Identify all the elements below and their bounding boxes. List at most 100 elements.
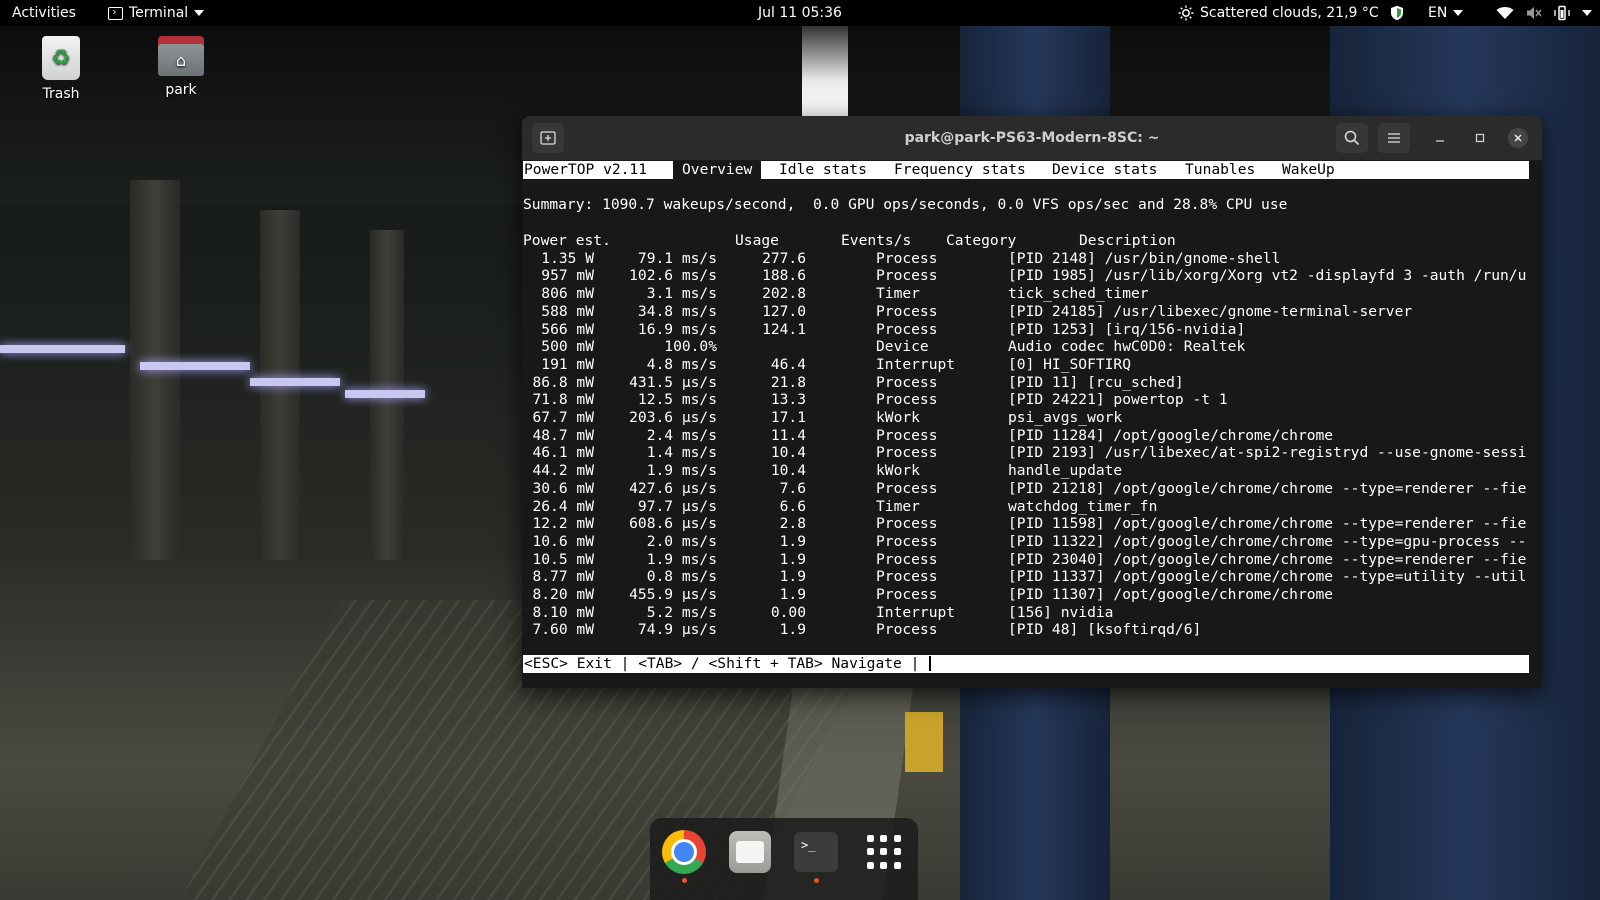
table-row: 46.1 mW 1.4 ms/s 10.4 Process [PID 2193] /us… (523, 444, 1529, 462)
cell-usage: 431.5 µs/s (629, 373, 717, 391)
cell-category: Process (876, 532, 938, 550)
cell-category: Process (876, 515, 938, 533)
cell-power: 10.5 mW (532, 550, 594, 568)
cell-events: 0.00 (770, 603, 806, 621)
cell-description: [156] nvidia (1008, 603, 1114, 621)
app-menu-button[interactable]: Terminal (108, 0, 205, 26)
table-row: 806 mW 3.1 ms/s 202.8 Timer tick_sched_timer (523, 285, 1529, 303)
cell-description: handle_update (1008, 462, 1123, 480)
keyboard-layout-indicator[interactable]: EN (1428, 0, 1464, 26)
table-row: 10.5 mW 1.9 ms/s 1.9 Process [PID 23040] /op… (523, 551, 1529, 569)
table-row: 8.10 mW 5.2 ms/s 0.00 Interrupt [156] nvidia (523, 604, 1529, 622)
dock-item-files[interactable] (728, 830, 772, 874)
new-tab-button[interactable] (532, 123, 564, 153)
cell-category: Process (876, 391, 938, 409)
table-row: 86.8 mW 431.5 µs/s 21.8 Process [PID 11] [rc… (523, 374, 1529, 392)
language-label: EN (1428, 5, 1448, 21)
terminal-window: park@park-PS63-Modern-8SC: ~ PowerTOP v2… (522, 116, 1542, 688)
desktop-icon-label: Trash (42, 86, 80, 102)
cell-power: 71.8 mW (532, 391, 594, 409)
terminal-icon (108, 6, 123, 20)
app-grid-icon (867, 835, 901, 869)
cell-power: 7.60 mW (532, 621, 594, 639)
cell-power: 8.77 mW (532, 568, 594, 586)
cell-power: 26.4 mW (532, 497, 594, 515)
cell-usage: 102.6 ms/s (629, 267, 717, 285)
cell-category: kWork (876, 462, 920, 480)
table-row: 957 mW 102.6 ms/s 188.6 Process [PID 1985] /… (523, 267, 1529, 285)
header-description: Description (1079, 232, 1176, 249)
cell-category: Timer (876, 497, 920, 515)
cell-events: 7.6 (779, 479, 806, 497)
wallpaper-light (250, 378, 340, 386)
cell-category: Device (876, 338, 929, 356)
table-row: 8.20 mW 455.9 µs/s 1.9 Process [PID 11307] /… (523, 586, 1529, 604)
cell-events: 13.3 (770, 391, 806, 409)
cell-power: 67.7 mW (532, 409, 594, 426)
tab-tunables[interactable]: Tunables (1185, 161, 1255, 179)
cell-category: Interrupt (876, 355, 956, 373)
shield-icon (1391, 5, 1403, 21)
cell-category: Interrupt (876, 603, 956, 621)
cell-usage: 5.2 ms/s (646, 603, 717, 621)
new-tab-icon (540, 131, 556, 145)
tab-idle-stats[interactable]: Idle stats (779, 161, 867, 179)
desktop-icon-trash[interactable]: ♻ Trash (16, 36, 106, 102)
powertop-tab-bar: PowerTOP v2.11 Overview Idle stats Frequ… (523, 161, 1529, 179)
search-button[interactable] (1336, 123, 1368, 153)
menu-button[interactable] (1378, 123, 1410, 153)
cell-events: 21.8 (770, 373, 806, 391)
weather-indicator[interactable]: Scattered clouds, 21,9 °C (1178, 0, 1379, 26)
wallpaper-lamp (802, 26, 848, 116)
cell-events: 188.6 (762, 267, 806, 285)
cell-events: 1.9 (779, 586, 806, 603)
security-indicator[interactable] (1390, 0, 1404, 26)
wifi-icon (1496, 7, 1514, 19)
cell-events: 1.9 (779, 621, 806, 639)
wallpaper-light (345, 390, 425, 398)
terminal-scrollbar[interactable] (1535, 161, 1541, 688)
minimize-button[interactable] (1430, 128, 1450, 148)
maximize-button[interactable] (1470, 128, 1490, 148)
cell-category: Timer (876, 285, 920, 303)
cell-usage: 203.6 µs/s (629, 409, 717, 426)
table-header: Power est. Usage Events/s Category Descr… (523, 232, 1529, 250)
cell-events: 202.8 (762, 285, 806, 303)
cell-power: 30.6 mW (532, 479, 594, 497)
table-row: 44.2 mW 1.9 ms/s 10.4 kWork handle_update (523, 462, 1529, 480)
dock-item-terminal[interactable]: >_ (794, 830, 838, 883)
files-icon (729, 831, 771, 873)
tab-overview[interactable]: Overview (673, 161, 762, 179)
wallpaper-yellow-post (905, 712, 943, 772)
cell-usage: 16.9 ms/s (637, 320, 717, 338)
tab-wakeup[interactable]: WakeUp (1282, 161, 1335, 179)
table-row: 8.77 mW 0.8 ms/s 1.9 Process [PID 11337] /op… (523, 568, 1529, 586)
window-titlebar[interactable]: park@park-PS63-Modern-8SC: ~ (522, 116, 1542, 161)
cell-events: 10.4 (770, 444, 806, 462)
dock-item-chrome[interactable] (662, 830, 706, 883)
battery-icon (1554, 5, 1570, 21)
cell-power: 8.20 mW (532, 586, 594, 603)
cell-description: [PID 21218] /opt/google/chrome/chrome --… (1008, 479, 1527, 497)
cell-usage: 1.4 ms/s (646, 444, 717, 462)
tab-frequency-stats[interactable]: Frequency stats (894, 161, 1026, 179)
cell-usage: 12.5 ms/s (637, 391, 717, 409)
clock-button[interactable]: Jul 11 05:36 (758, 5, 842, 21)
cell-category: kWork (876, 409, 920, 426)
chevron-down-icon (1582, 10, 1592, 16)
cell-usage: 4.8 ms/s (646, 355, 717, 373)
activities-button[interactable]: Activities (12, 0, 76, 26)
cell-description: [PID 11] [rcu_sched] (1008, 373, 1184, 391)
terminal-content[interactable]: PowerTOP v2.11 Overview Idle stats Frequ… (523, 161, 1529, 688)
cell-usage: 1.9 ms/s (646, 550, 717, 568)
show-applications-button[interactable] (862, 830, 906, 874)
system-menu-button[interactable] (1496, 0, 1592, 26)
chevron-down-icon (194, 10, 205, 16)
table-row: 71.8 mW 12.5 ms/s 13.3 Process [PID 24221] p… (523, 391, 1529, 409)
cell-events: 10.4 (770, 462, 806, 480)
desktop-icon-home-folder[interactable]: ⌂ park (136, 36, 226, 98)
tab-device-stats[interactable]: Device stats (1052, 161, 1157, 179)
close-button[interactable] (1508, 128, 1528, 148)
terminal-icon: >_ (794, 832, 838, 872)
cell-events: 2.8 (779, 515, 806, 533)
